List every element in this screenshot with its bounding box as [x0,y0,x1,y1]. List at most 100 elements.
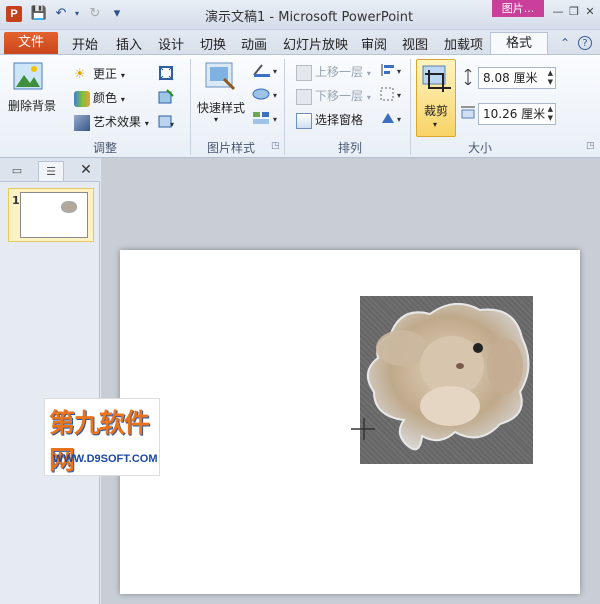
outline-tab[interactable]: ☰ [38,161,64,181]
height-value: 8.08 厘米 [483,71,538,85]
powerpoint-app-icon[interactable]: P [6,6,22,22]
tab-view[interactable]: 视图 [402,34,428,53]
crop-button[interactable]: 裁剪 ▾ [416,59,456,137]
rabbit-cloud-shape [367,303,530,451]
svg-text:▾: ▾ [273,115,277,124]
size-launcher-icon[interactable]: ◳ [586,141,595,151]
picture-tools-context-title: 图片... [492,0,544,17]
color-palette-icon [74,90,90,107]
slide-thumbnail[interactable] [20,192,88,238]
quick-styles-icon[interactable] [204,61,236,94]
tab-insert[interactable]: 插入 [116,34,142,53]
crop-dropdown-icon: ▾ [433,120,438,129]
close-button[interactable]: ✕ [582,4,598,20]
adjust-group-label: 调整 [92,141,117,155]
tab-addins[interactable]: 加载项 [444,34,483,53]
tab-transitions[interactable]: 切换 [200,34,226,53]
minimize-ribbon-icon[interactable]: ⌃ [558,36,572,50]
restore-button[interactable]: ❐ [566,4,582,20]
watermark-logo: 第九软件网 WWW.D9SOFT.COM [44,398,160,476]
tab-slideshow[interactable]: 幻灯片放映 [283,34,348,53]
selection-pane-label: 选择窗格 [315,113,364,127]
corrections-label: 更正 [93,67,118,81]
tab-home[interactable]: 开始 [72,34,98,53]
slides-panel: ▭ ☰ ✕ 1 [0,158,100,604]
send-backward-button[interactable]: 下移一层 ▾ [296,87,371,105]
close-panel-icon[interactable]: ✕ [78,161,94,179]
slide-number: 1 [12,194,20,207]
rabbit-picture[interactable] [360,296,533,464]
title-bar: P 💾 ↶ ▾ ↻ ▾ 演示文稿1 - Microsoft PowerPoint… [0,0,600,30]
width-value: 10.26 厘米 [483,107,546,121]
send-backward-label: 下移一层 [315,89,364,103]
corrections-button[interactable]: ☀ 更正 ▾ [74,65,125,83]
artistic-effects-button[interactable]: 艺术效果 ▾ [74,113,149,131]
svg-text:▾: ▾ [397,115,401,124]
picture-styles-launcher-icon[interactable]: ◳ [271,141,280,151]
ribbon-tab-row: 文件 开始 插入 设计 切换 动画 幻灯片放映 审阅 视图 加载项 格式 ⌃ ? [0,30,600,55]
crop-icon [422,65,451,92]
window-title: 演示文稿1 - Microsoft PowerPoint [205,10,414,25]
send-backward-icon [296,88,312,105]
size-group-label: 大小 [467,141,492,155]
color-button[interactable]: 颜色 ▾ [74,89,125,107]
svg-text:▾: ▾ [273,67,277,76]
selection-pane-button[interactable]: 选择窗格 [296,111,363,129]
remove-background-icon[interactable] [12,61,44,96]
bring-forward-label: 上移一层 [315,65,364,79]
compress-pictures-icon[interactable] [158,65,174,84]
remove-background-button[interactable]: 删除背景 [8,97,56,114]
watermark-title: 第九软件网 [49,408,150,475]
width-spinner[interactable]: 10.26 厘米 ▲ ▼ [478,103,556,125]
bring-forward-button[interactable]: 上移一层 ▾ [296,63,371,81]
height-spin-arrows[interactable]: ▲ ▼ [548,69,553,87]
picture-effects-icon[interactable]: ▾ [252,87,280,104]
artistic-effects-icon [74,114,90,131]
panel-tabs: ▭ ☰ ✕ [0,158,100,182]
svg-text:▾: ▾ [397,91,401,100]
bring-forward-icon [296,64,312,81]
slides-tab[interactable]: ▭ [4,161,30,181]
group-separator [410,59,411,155]
arrange-group-label: 排列 [337,141,362,155]
selection-pane-icon [296,112,312,129]
reset-picture-icon[interactable]: ▾ [158,113,176,132]
group-objects-icon[interactable]: ▾ [380,87,404,104]
thumbnail-picture [61,201,77,213]
svg-text:▾: ▾ [273,91,277,100]
height-icon [460,68,476,88]
width-spin-arrows[interactable]: ▲ ▼ [548,105,553,123]
tab-file[interactable]: 文件 [4,32,58,54]
align-icon[interactable]: ▾ [380,63,404,80]
rotate-icon[interactable]: ▾ [380,111,404,128]
picture-border-icon[interactable]: ▾ [252,63,280,80]
watermark-url: WWW.D9SOFT.COM [53,453,158,465]
help-icon[interactable]: ? [578,36,592,50]
quick-styles-button[interactable]: 快速样式 [197,99,245,116]
tab-review[interactable]: 审阅 [361,34,387,53]
tab-format[interactable]: 格式 [490,32,548,55]
crop-label: 裁剪 [424,104,449,118]
svg-text:▾: ▾ [397,67,401,76]
group-separator [284,59,285,155]
save-icon[interactable]: 💾 [30,5,48,23]
quick-styles-dropdown-icon[interactable]: ▾ [214,115,218,124]
svg-text:▾: ▾ [170,120,174,129]
undo-dropdown-icon[interactable]: ▾ [68,5,86,23]
height-spinner[interactable]: 8.08 厘米 ▲ ▼ [478,67,556,89]
ribbon: 删除背景 ☀ 更正 ▾ 颜色 ▾ 艺术效果 ▾ ▾ 调整 快速样式 ▾ ▾ ▾ ▾… [0,54,600,158]
group-separator [190,59,191,155]
tab-design[interactable]: 设计 [158,34,184,53]
width-icon [460,105,476,124]
tab-animations[interactable]: 动画 [241,34,267,53]
color-label: 颜色 [93,91,118,105]
artistic-label: 艺术效果 [93,115,142,129]
picture-styles-group-label: 图片样式 [206,141,255,155]
redo-icon[interactable]: ↻ [86,5,104,23]
minimize-button[interactable]: — [550,4,566,20]
picture-layout-icon[interactable]: ▾ [252,111,280,128]
change-picture-icon[interactable] [158,89,174,108]
customize-qa-icon[interactable]: ▾ [108,5,126,23]
crosshair-cursor-icon [351,418,375,440]
sun-icon: ☀ [74,66,86,82]
